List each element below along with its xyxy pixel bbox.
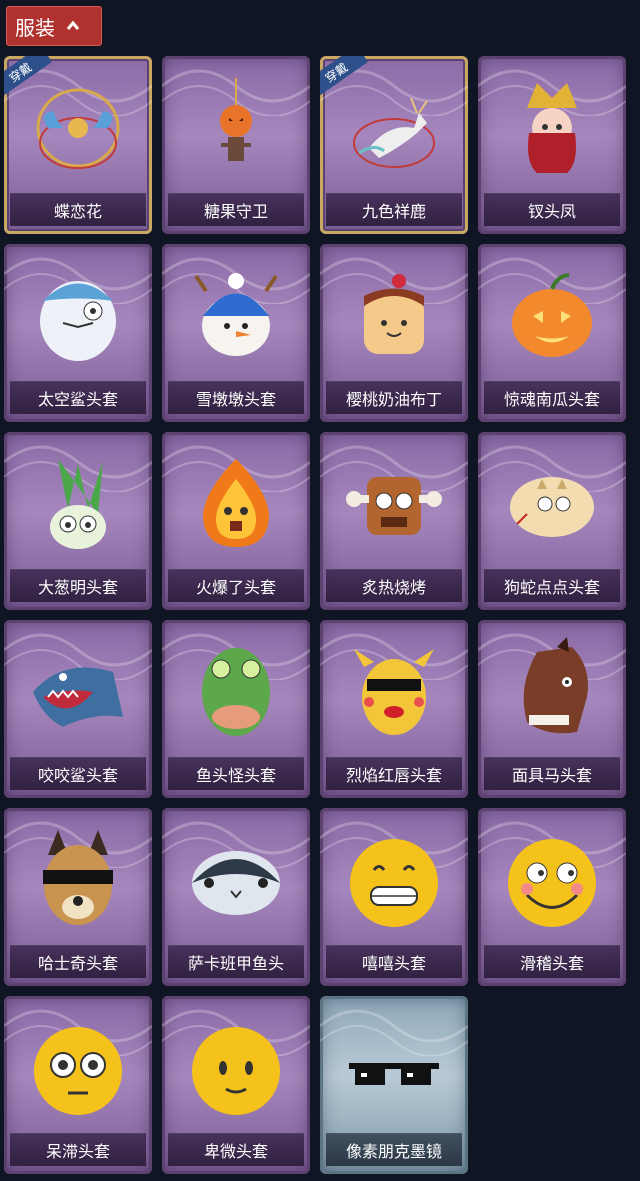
costume-card[interactable]: 萨卡班甲鱼头 bbox=[162, 808, 310, 986]
section-title: 服装 bbox=[15, 15, 55, 40]
costume-card[interactable]: 太空鲨头套 bbox=[4, 244, 152, 422]
costume-card[interactable]: 鱼头怪头套 bbox=[162, 620, 310, 798]
costume-card[interactable]: 穿戴 蝶恋花 bbox=[4, 56, 152, 234]
dazed-emoji-helmet-icon bbox=[4, 1008, 152, 1128]
costume-card[interactable]: 卑微头套 bbox=[162, 996, 310, 1174]
costume-card-label: 火爆了头套 bbox=[168, 569, 304, 602]
costume-card[interactable]: 雪墩墩头套 bbox=[162, 244, 310, 422]
chevron-up-icon bbox=[66, 20, 80, 30]
costume-card[interactable]: 面具马头套 bbox=[478, 620, 626, 798]
costume-card[interactable]: 呆滞头套 bbox=[4, 996, 152, 1174]
fireball-helmet-icon bbox=[162, 444, 310, 564]
husky-sunglasses-helmet-icon bbox=[4, 820, 152, 940]
costume-card[interactable]: 大葱明头套 bbox=[4, 432, 152, 610]
costume-card-label: 嘻嘻头套 bbox=[326, 945, 462, 978]
costume-card-label: 狗蛇点点头套 bbox=[484, 569, 620, 602]
funny-emoji-helmet-icon bbox=[478, 820, 626, 940]
horse-mask-helmet-icon bbox=[478, 632, 626, 752]
costume-card-label: 呆滞头套 bbox=[10, 1133, 146, 1166]
costume-card-label: 樱桃奶油布丁 bbox=[326, 381, 462, 414]
costume-card-label: 糖果守卫 bbox=[168, 193, 304, 226]
snake-dog-helmet-icon bbox=[478, 444, 626, 564]
costume-card[interactable]: 哈士奇头套 bbox=[4, 808, 152, 986]
costume-card-label: 卑微头套 bbox=[168, 1133, 304, 1166]
costume-card[interactable]: 钗头凤 bbox=[478, 56, 626, 234]
costume-card-label: 太空鲨头套 bbox=[10, 381, 146, 414]
costume-card[interactable]: 嘻嘻头套 bbox=[320, 808, 468, 986]
costume-card-label: 蝶恋花 bbox=[10, 193, 146, 226]
costume-card[interactable]: 烈焰红唇头套 bbox=[320, 620, 468, 798]
cherry-pudding-helmet-icon bbox=[320, 256, 468, 376]
sacabambaspis-helmet-icon bbox=[162, 820, 310, 940]
pumpkin-scarecrow-charm-icon bbox=[162, 68, 310, 188]
costume-card[interactable]: 惊魂南瓜头套 bbox=[478, 244, 626, 422]
biting-shark-helmet-icon bbox=[4, 632, 152, 752]
costume-card-label: 九色祥鹿 bbox=[326, 193, 462, 226]
costume-card[interactable]: 糖果守卫 bbox=[162, 56, 310, 234]
fish-monster-helmet-icon bbox=[162, 632, 310, 752]
bbq-meat-helmet-icon bbox=[320, 444, 468, 564]
costume-card-label: 哈士奇头套 bbox=[10, 945, 146, 978]
costume-card-label: 像素朋克墨镜 bbox=[326, 1133, 462, 1166]
costume-card[interactable]: 炙热烧烤 bbox=[320, 432, 468, 610]
costume-card-label: 萨卡班甲鱼头 bbox=[168, 945, 304, 978]
costume-card-label: 惊魂南瓜头套 bbox=[484, 381, 620, 414]
costume-card-label: 烈焰红唇头套 bbox=[326, 757, 462, 790]
costume-card[interactable]: 樱桃奶油布丁 bbox=[320, 244, 468, 422]
costume-section-toggle[interactable]: 服装 bbox=[6, 6, 102, 46]
butterfly-flower-ornament-icon bbox=[4, 68, 152, 188]
red-lips-yellow-helmet-icon bbox=[320, 632, 468, 752]
costume-card[interactable]: 像素朋克墨镜 bbox=[320, 996, 468, 1174]
nine-color-deer-ornament-icon bbox=[320, 68, 468, 188]
green-onion-helmet-icon bbox=[4, 444, 152, 564]
costume-card[interactable]: 火爆了头套 bbox=[162, 432, 310, 610]
pixel-sunglasses-icon bbox=[320, 1008, 468, 1128]
costume-card-label: 大葱明头套 bbox=[10, 569, 146, 602]
costume-card[interactable]: 咬咬鲨头套 bbox=[4, 620, 152, 798]
costume-card-label: 鱼头怪头套 bbox=[168, 757, 304, 790]
costume-card[interactable]: 滑稽头套 bbox=[478, 808, 626, 986]
costume-card-label: 炙热烧烤 bbox=[326, 569, 462, 602]
costume-card-label: 面具马头套 bbox=[484, 757, 620, 790]
costume-card-label: 钗头凤 bbox=[484, 193, 620, 226]
costume-card[interactable]: 狗蛇点点头套 bbox=[478, 432, 626, 610]
costume-card[interactable]: 穿戴 九色祥鹿 bbox=[320, 56, 468, 234]
grin-emoji-helmet-icon bbox=[320, 820, 468, 940]
phoenix-headdress-doll-icon bbox=[478, 68, 626, 188]
costume-card-label: 雪墩墩头套 bbox=[168, 381, 304, 414]
space-shark-helmet-icon bbox=[4, 256, 152, 376]
jack-o-lantern-helmet-icon bbox=[478, 256, 626, 376]
humble-emoji-helmet-icon bbox=[162, 1008, 310, 1128]
snowman-beanie-helmet-icon bbox=[162, 256, 310, 376]
costume-card-label: 滑稽头套 bbox=[484, 945, 620, 978]
costume-card-label: 咬咬鲨头套 bbox=[10, 757, 146, 790]
